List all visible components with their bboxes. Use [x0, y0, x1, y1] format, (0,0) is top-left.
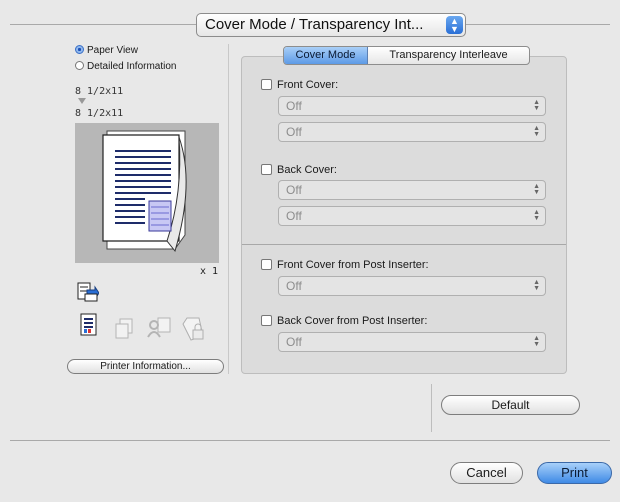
- select-arrows-icon: ▲ ▼: [533, 335, 540, 348]
- section-popup[interactable]: Cover Mode / Transparency Int... ▲ ▼: [196, 13, 466, 37]
- radio-selected-icon: [75, 45, 84, 54]
- back-cover-select-1-value: Off: [286, 183, 302, 197]
- top-divider-right: [466, 24, 610, 25]
- page-preview-icon: [102, 130, 187, 253]
- page-preview: [75, 123, 219, 263]
- front-cover-select-2: Off ▲ ▼: [278, 122, 546, 142]
- checkbox-icon: [261, 79, 272, 90]
- back-post-inserter-value: Off: [286, 335, 302, 349]
- output-size: 8 1/2x11: [75, 108, 124, 119]
- printer-information-button[interactable]: Printer Information...: [67, 359, 224, 374]
- checkbox-icon: [261, 259, 272, 270]
- front-cover-label: Front Cover:: [277, 79, 339, 91]
- front-post-inserter-checkbox[interactable]: Front Cover from Post Inserter:: [261, 258, 429, 272]
- document-icon[interactable]: [80, 313, 98, 342]
- print-button[interactable]: Print: [537, 462, 612, 484]
- copy-count: x 1: [200, 266, 219, 277]
- default-button-label: Default: [491, 398, 530, 412]
- group-separator: [242, 244, 566, 245]
- select-arrows-icon: ▲ ▼: [533, 279, 540, 292]
- section-popup-label: Cover Mode / Transparency Int...: [205, 16, 424, 33]
- front-post-inserter-select: Off ▲ ▼: [278, 276, 546, 296]
- checkbox-icon: [261, 315, 272, 326]
- front-cover-select-2-value: Off: [286, 125, 302, 139]
- original-size: 8 1/2x11: [75, 86, 124, 97]
- tab-transparency-interleave[interactable]: Transparency Interleave: [368, 47, 529, 64]
- radio-detailed-information[interactable]: Detailed Information: [75, 61, 177, 73]
- cancel-button[interactable]: Cancel: [450, 462, 523, 484]
- down-arrow-icon: [78, 98, 86, 104]
- output-tray-icon[interactable]: [77, 282, 100, 307]
- back-cover-select-1: Off ▲ ▼: [278, 180, 546, 200]
- checkbox-icon: [261, 164, 272, 175]
- vertical-divider: [431, 384, 432, 432]
- user-auth-icon: [146, 317, 172, 344]
- secure-print-icon: [181, 316, 207, 347]
- front-post-inserter-value: Off: [286, 279, 302, 293]
- select-arrows-icon: ▲ ▼: [533, 183, 540, 196]
- cancel-button-label: Cancel: [466, 465, 507, 480]
- front-cover-checkbox[interactable]: Front Cover:: [261, 78, 338, 92]
- front-post-inserter-label: Front Cover from Post Inserter:: [277, 259, 429, 271]
- back-cover-label: Back Cover:: [277, 164, 337, 176]
- bottom-divider: [10, 440, 610, 441]
- back-post-inserter-label: Back Cover from Post Inserter:: [277, 315, 428, 327]
- radio-unselected-icon: [75, 61, 84, 70]
- back-cover-select-2: Off ▲ ▼: [278, 206, 546, 226]
- default-button[interactable]: Default: [441, 395, 580, 415]
- staple-icon: [115, 318, 137, 345]
- back-cover-checkbox[interactable]: Back Cover:: [261, 163, 337, 177]
- select-arrows-icon: ▲ ▼: [533, 209, 540, 222]
- top-divider-left: [10, 24, 196, 25]
- tab-bar: Cover Mode Transparency Interleave: [283, 46, 530, 65]
- select-arrows-icon: ▲ ▼: [533, 125, 540, 138]
- printer-information-label: Printer Information...: [100, 361, 191, 372]
- back-post-inserter-select: Off ▲ ▼: [278, 332, 546, 352]
- select-arrows-icon: ▲ ▼: [533, 99, 540, 112]
- tab-cover-mode[interactable]: Cover Mode: [284, 47, 368, 64]
- print-button-label: Print: [561, 465, 588, 480]
- back-cover-select-2-value: Off: [286, 209, 302, 223]
- radio-paper-view[interactable]: Paper View: [75, 45, 138, 57]
- radio-detailed-label: Detailed Information: [87, 61, 177, 72]
- back-post-inserter-checkbox[interactable]: Back Cover from Post Inserter:: [261, 314, 427, 328]
- front-cover-select-1-value: Off: [286, 99, 302, 113]
- radio-paper-view-label: Paper View: [87, 45, 138, 56]
- front-cover-select-1: Off ▲ ▼: [278, 96, 546, 116]
- popup-stepper-icon: ▲ ▼: [446, 16, 463, 34]
